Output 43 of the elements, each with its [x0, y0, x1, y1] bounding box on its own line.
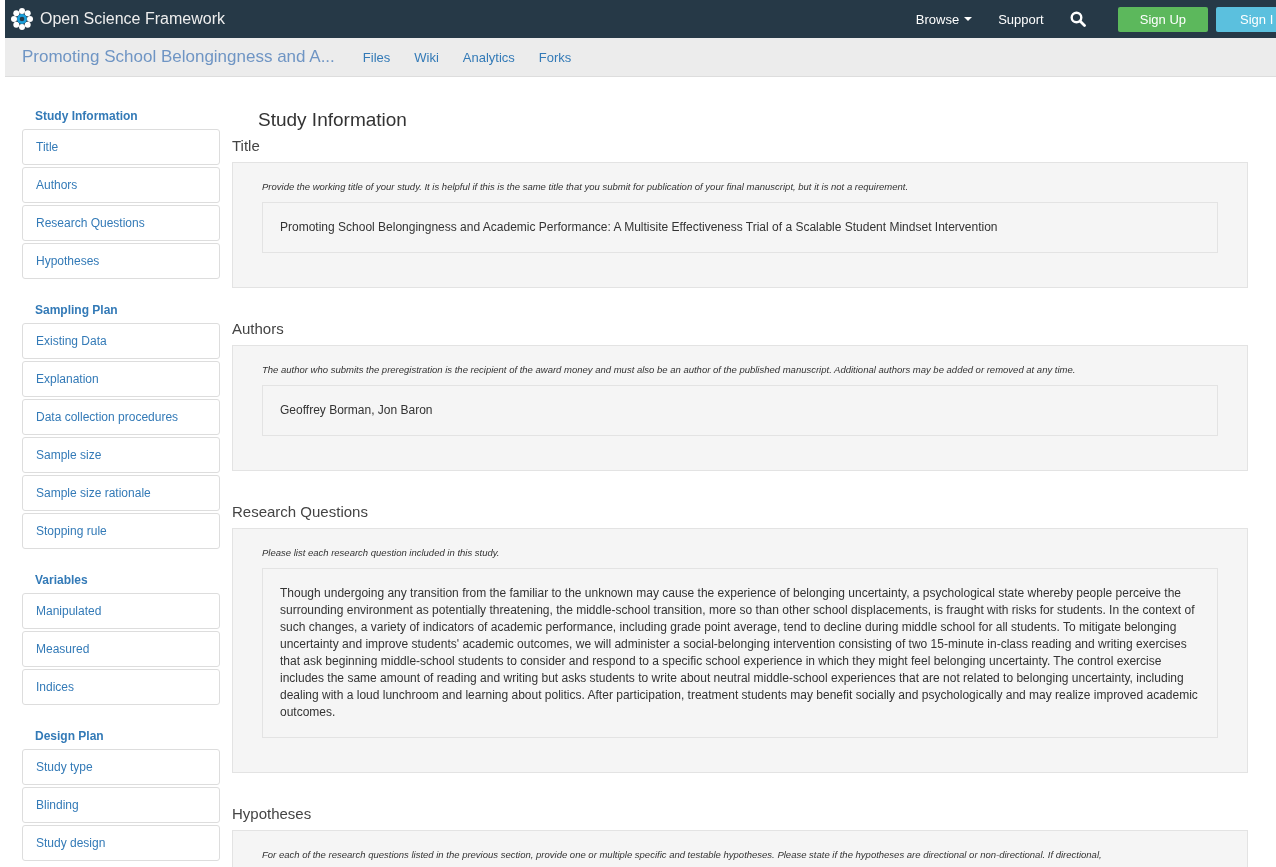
sidebar-item[interactable]: Existing Data — [22, 323, 220, 359]
section-title: Title — [232, 137, 261, 154]
sidebar-item[interactable]: Measured — [22, 631, 220, 667]
flower-logo-icon — [11, 8, 33, 30]
search-icon[interactable] — [1069, 11, 1086, 27]
project-nav-link[interactable]: Analytics — [462, 49, 515, 65]
project-nav-link[interactable]: Files — [362, 49, 391, 65]
sidebar-item[interactable]: Explanation — [22, 361, 220, 397]
sidebar-item[interactable]: Indices — [22, 669, 220, 705]
answer-box: Promoting School Belongingness and Academic Performance: A Multisite Effectiveness Trial of a Scalable Student Mindset Intervention — [262, 202, 1218, 253]
project-nav-link[interactable]: Wiki — [414, 49, 439, 65]
sidebar-item[interactable]: Data collection procedures — [22, 399, 220, 435]
answer-box: Geoffrey Borman, Jon Baron — [262, 385, 1218, 436]
sidebar-item[interactable]: Manipulated — [22, 593, 220, 629]
answer-box: Though undergoing any transition from the familiar to the unknown may cause the experience of belonging uncertainty, a psychological state whereby people perceive the surrounding environment as potentially threatening, the middle-school transition, more so than other school displacements, is fraught with risks for students. In the context of such changes, a variety of indicators of academic performance, including grade point average, tend to decline during middle school for all students. To mitigate belonging uncertainty and improve students' academic outcomes, we will administer a social-belonging intervention consisting of two 15-minute in-class reading and writing exercises that ask beginning middle-school students to consider and respond to a specific school experience in which they might feel belonging uncertainty. The control exercise includes the same amount of reading and writing but asks students to write about neutral middle-school experiences that are not related to belonging uncertainty, including dealing with a loud lunchroom and learning about politics. After participation, treatment students may benefit socially and psychologically and may realize improved academic outcomes. — [262, 568, 1218, 738]
sidebar-item[interactable]: Stopping rule — [22, 513, 220, 549]
section-title: Hypotheses — [232, 805, 313, 822]
sidebar-heading: Design Plan — [34, 728, 105, 745]
help-text: Provide the working title of your study. It is helpful if this is the same title that you submit for publication of your final manuscript, but it is not a requirement. — [262, 181, 910, 192]
sign-up-button[interactable]: Sign Up — [1117, 6, 1208, 32]
sidebar-item[interactable]: Sample size rationale — [22, 475, 220, 511]
sidebar-heading: Variables — [34, 572, 89, 589]
sidebar-item[interactable]: Title — [22, 129, 220, 165]
sidebar-item[interactable]: Hypotheses — [22, 243, 220, 279]
nav-link[interactable]: Support — [998, 11, 1044, 27]
sidebar-item[interactable]: Research Questions — [22, 205, 220, 241]
project-title[interactable]: Promoting School Belongingness and A... — [22, 47, 335, 67]
sidebar-item[interactable]: Study design — [22, 825, 220, 861]
help-text: The author who submits the preregistration is the recipient of the award money and must also be an author of the published manuscript. Additional authors may be added or removed at any time. — [262, 364, 1077, 375]
help-text: For each of the research questions listed in the previous section, provide one or multiple specific and testable hypotheses. Please state if the hypotheses are directional or non-directional. If directional, — [262, 849, 1103, 860]
sidebar-item[interactable]: Sample size — [22, 437, 220, 473]
sidebar-item[interactable]: Study type — [22, 749, 220, 785]
sidebar-item[interactable]: Authors — [22, 167, 220, 203]
section-title: Research Questions — [232, 503, 369, 520]
page-title: Study Information — [258, 109, 408, 131]
brand-name[interactable]: Open Science Framework — [40, 10, 225, 28]
help-text: Please list each research question included in this study. — [262, 547, 501, 558]
nav-link[interactable]: Browse — [915, 11, 973, 27]
sidebar-item[interactable]: Blinding — [22, 787, 220, 823]
sidebar-heading: Sampling Plan — [34, 302, 119, 319]
sidebar-heading: Study Information — [34, 108, 139, 125]
section-title: Authors — [232, 320, 285, 337]
project-nav-link[interactable]: Forks — [538, 49, 572, 65]
